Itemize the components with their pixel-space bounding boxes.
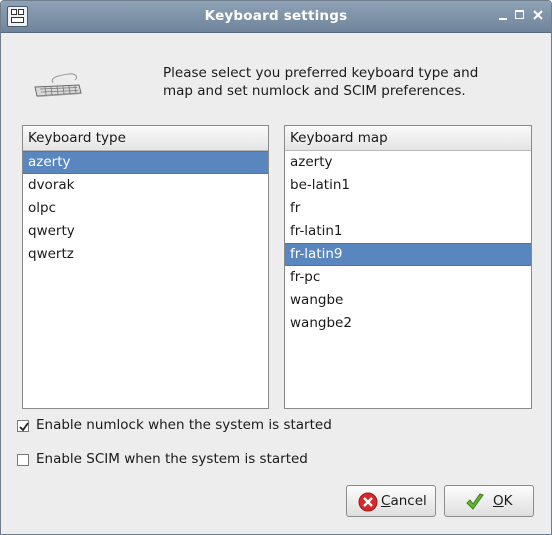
keyboard-type-item[interactable]: olpc	[23, 197, 268, 220]
cancel-icon	[358, 492, 378, 512]
keyboard-type-item[interactable]: azerty	[23, 151, 268, 174]
intro-line-2: map and set numlock and SCIM preferences…	[163, 83, 466, 99]
window-title: Keyboard settings	[204, 8, 348, 24]
scim-checkbox[interactable]	[17, 454, 29, 466]
dialog-window: Keyboard settings Please select you pref…	[0, 0, 552, 535]
maximize-icon[interactable]	[514, 9, 526, 21]
intro-line-1: Please select you preferred keyboard typ…	[163, 65, 479, 81]
keyboard-map-item[interactable]: fr-pc	[285, 266, 531, 289]
ok-button[interactable]: OK	[444, 485, 534, 517]
keyboard-type-item[interactable]: qwertz	[23, 243, 268, 266]
keyboard-map-item[interactable]: be-latin1	[285, 174, 531, 197]
keyboard-type-item[interactable]: qwerty	[23, 220, 268, 243]
cancel-label: Cancel	[381, 493, 427, 509]
close-icon[interactable]	[532, 9, 544, 21]
keyboard-map-item[interactable]: fr-latin1	[285, 220, 531, 243]
ok-label: OK	[493, 493, 513, 509]
titlebar[interactable]: Keyboard settings	[1, 1, 551, 33]
keyboard-map-header[interactable]: Keyboard map	[285, 126, 531, 151]
numlock-label[interactable]: Enable numlock when the system is starte…	[36, 417, 332, 433]
numlock-checkbox[interactable]	[17, 420, 29, 432]
keyboard-icon	[34, 73, 82, 97]
checkmark-icon	[466, 493, 484, 510]
checkmark-small-icon	[19, 422, 29, 432]
keyboard-map-item[interactable]: wangbe2	[285, 312, 531, 335]
intro-text: Please select you preferred keyboard typ…	[163, 64, 523, 100]
keyboard-type-header[interactable]: Keyboard type	[23, 126, 268, 151]
scim-label[interactable]: Enable SCIM when the system is started	[36, 451, 308, 467]
keyboard-map-item[interactable]: azerty	[285, 151, 531, 174]
minimize-icon[interactable]	[497, 9, 509, 21]
keyboard-map-item[interactable]: fr-latin9	[285, 243, 531, 266]
keyboard-type-item[interactable]: dvorak	[23, 174, 268, 197]
keyboard-type-list[interactable]: Keyboard type azerty dvorak olpc qwerty …	[22, 125, 269, 409]
keyboard-map-item[interactable]: fr	[285, 197, 531, 220]
keyboard-map-item[interactable]: wangbe	[285, 289, 531, 312]
cancel-button[interactable]: Cancel	[346, 485, 436, 517]
keyboard-map-list[interactable]: Keyboard map azerty be-latin1 fr fr-lati…	[284, 125, 532, 409]
